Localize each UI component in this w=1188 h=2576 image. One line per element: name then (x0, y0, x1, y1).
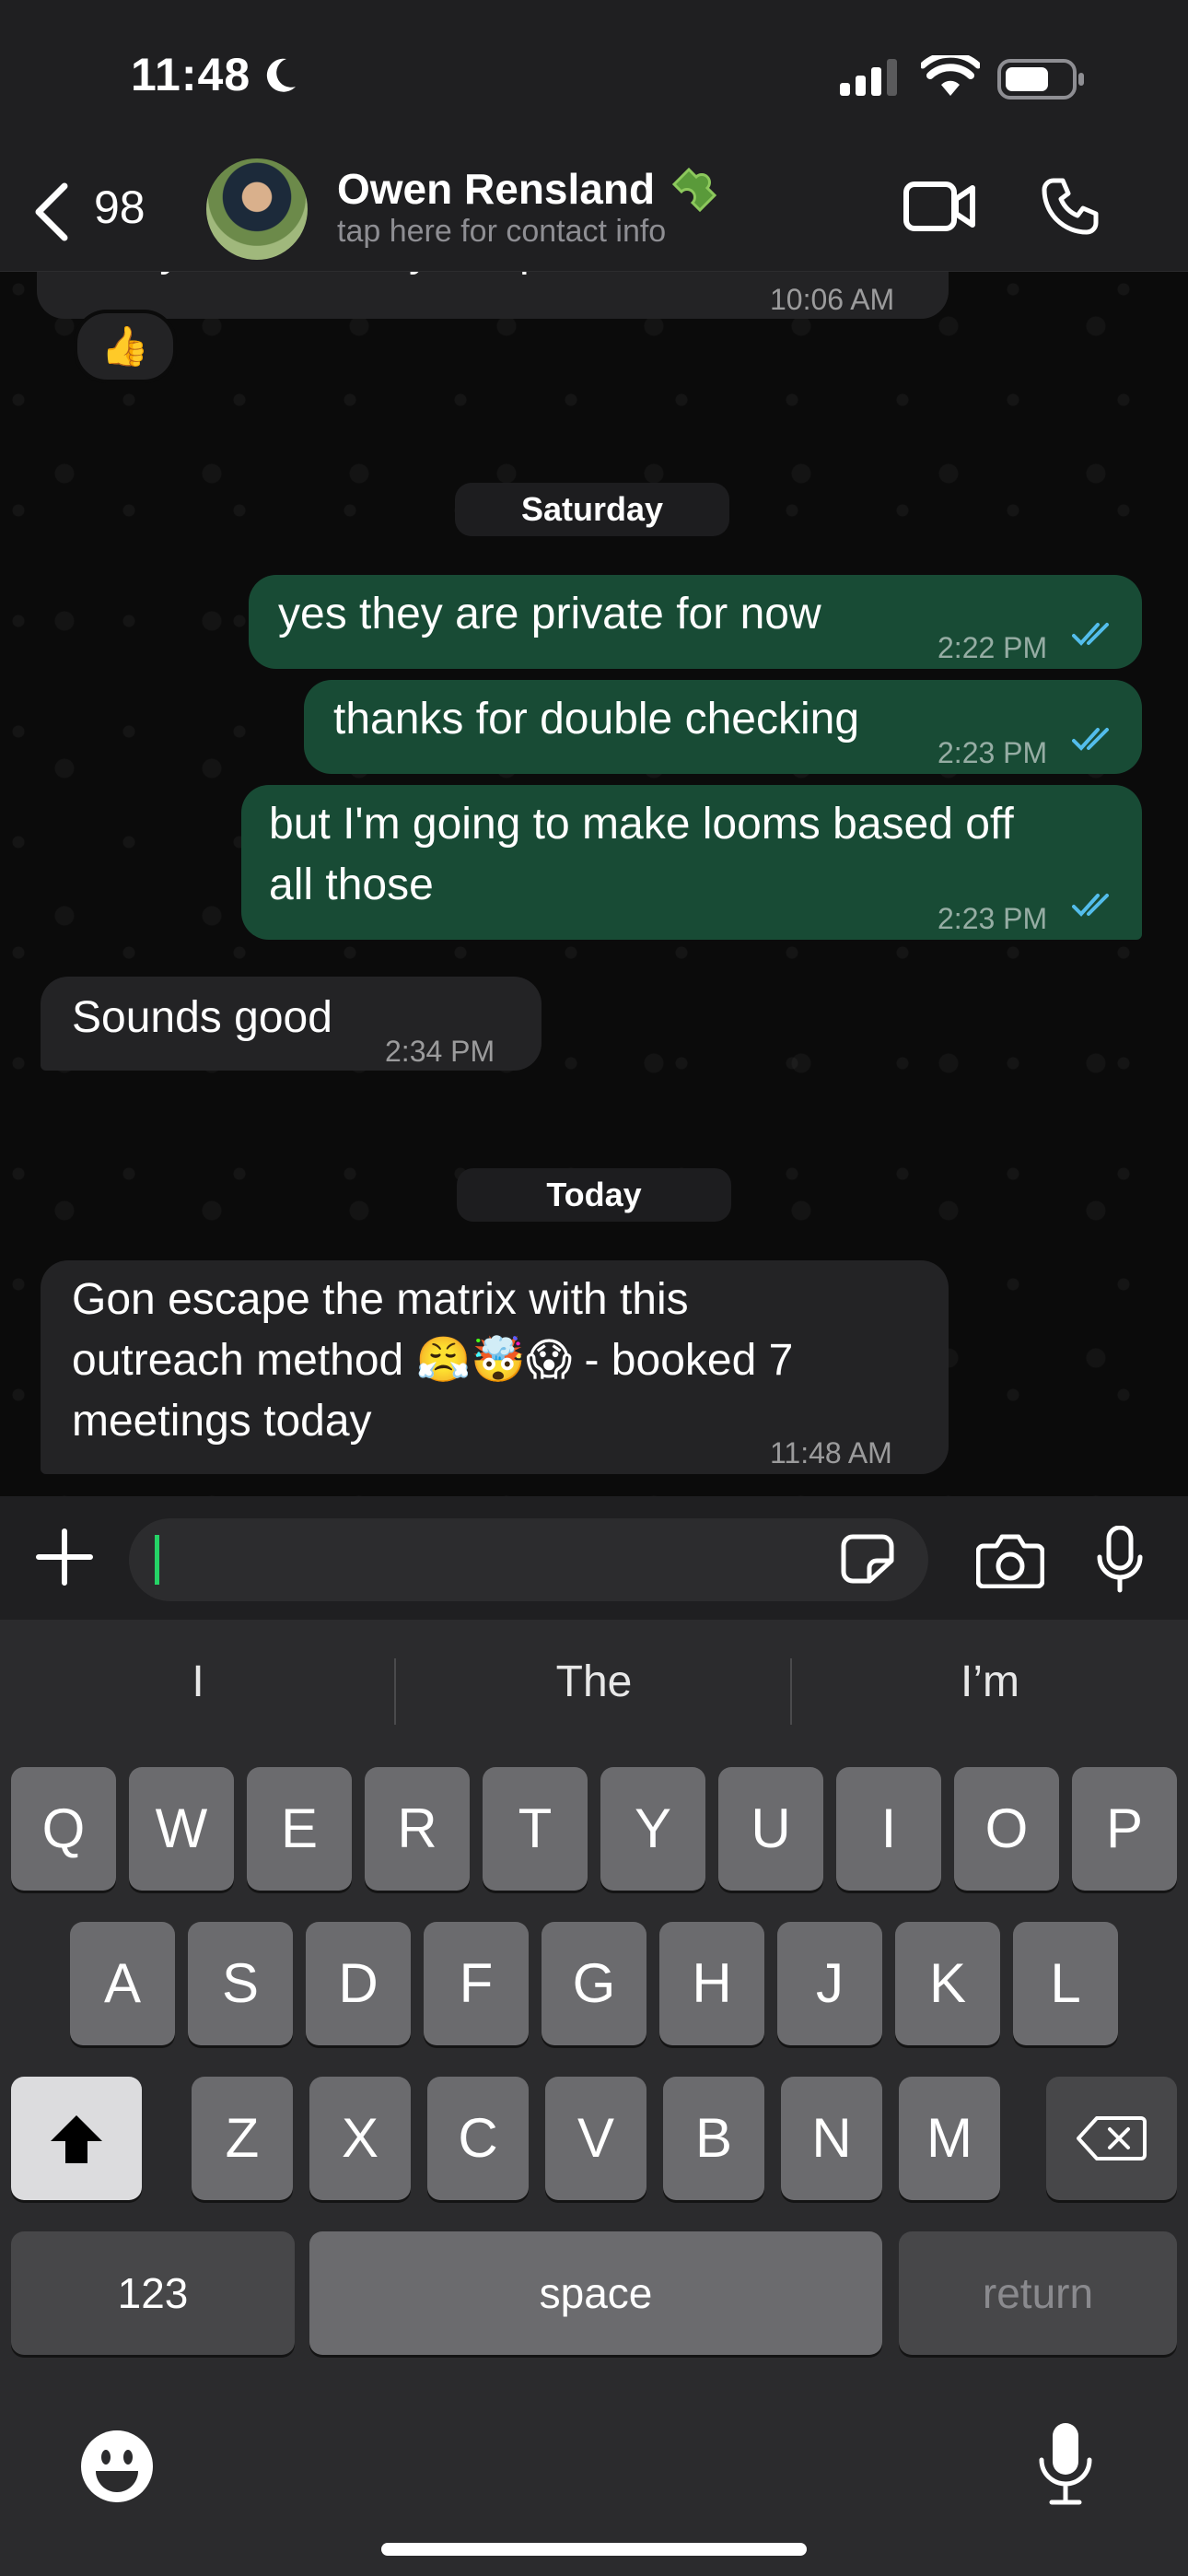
key-q[interactable]: Q (11, 1767, 116, 1891)
key-j[interactable]: J (777, 1922, 882, 2045)
text-caret (155, 1535, 159, 1585)
key-m[interactable]: M (899, 2077, 1000, 2200)
key-h[interactable]: H (659, 1922, 764, 2045)
wifi-icon (921, 55, 980, 96)
date-separator: Today (457, 1168, 731, 1222)
voice-call-icon[interactable] (1041, 177, 1100, 236)
key-a[interactable]: A (70, 1922, 175, 2045)
read-receipt-icon (1072, 623, 1109, 646)
contact-info-hint[interactable]: tap here for contact info (337, 214, 666, 250)
key-z[interactable]: Z (192, 2077, 293, 2200)
key-g[interactable]: G (542, 1922, 646, 2045)
return-key[interactable]: return (899, 2231, 1177, 2355)
backspace-icon (1077, 2116, 1147, 2160)
message-composer (0, 1496, 1188, 1620)
puzzle-piece-icon (671, 167, 717, 213)
message-outgoing[interactable]: yes they are private for now 2:22 PM (249, 575, 1142, 669)
suggestion-2[interactable]: The (396, 1657, 792, 1707)
key-r[interactable]: R (365, 1767, 470, 1891)
message-time: 2:34 PM (385, 1035, 495, 1068)
message-text: everyone, i'm they are private (74, 271, 652, 282)
key-p[interactable]: P (1072, 1767, 1177, 1891)
key-b[interactable]: B (663, 2077, 764, 2200)
suggestion-3[interactable]: I’m (792, 1657, 1188, 1707)
shift-arrow-icon (51, 2115, 102, 2163)
key-n[interactable]: N (781, 2077, 882, 2200)
key-u[interactable]: U (718, 1767, 823, 1891)
key-o[interactable]: O (954, 1767, 1059, 1891)
key-s[interactable]: S (188, 1922, 293, 2045)
message-text: yes they are private for now (278, 590, 821, 638)
key-x[interactable]: X (309, 2077, 411, 2200)
key-w[interactable]: W (129, 1767, 234, 1891)
sticker-icon[interactable] (840, 1533, 895, 1585)
key-i[interactable]: I (836, 1767, 941, 1891)
shift-key[interactable] (11, 2077, 142, 2200)
microphone-icon[interactable] (1096, 1526, 1144, 1594)
read-receipt-icon (1072, 728, 1109, 751)
battery-icon (997, 59, 1084, 100)
message-incoming[interactable]: Sounds good 2:34 PM (41, 977, 542, 1071)
contact-name[interactable]: Owen Rensland (337, 164, 655, 214)
message-text-line: but I'm going to make looms based off (269, 800, 1014, 849)
video-call-icon[interactable] (903, 181, 976, 232)
space-key[interactable]: space (309, 2231, 882, 2355)
message-outgoing[interactable]: thanks for double checking 2:23 PM (304, 680, 1142, 774)
message-time: 2:23 PM (938, 902, 1048, 935)
message-text: Sounds good (72, 993, 332, 1042)
key-f[interactable]: F (424, 1922, 529, 2045)
unread-count[interactable]: 98 (94, 181, 146, 234)
key-c[interactable]: C (427, 2077, 529, 2200)
message-incoming[interactable]: everyone, i'm they are private 10:06 AM (37, 271, 949, 319)
suggestion-1[interactable]: I (0, 1657, 396, 1707)
message-time: 2:23 PM (938, 736, 1048, 769)
camera-icon[interactable] (976, 1533, 1044, 1588)
date-separator: Saturday (455, 483, 729, 536)
message-text-line: Gon escape the matrix with this (72, 1275, 689, 1324)
plus-icon[interactable] (33, 1526, 96, 1588)
numbers-key[interactable]: 123 (11, 2231, 295, 2355)
key-l[interactable]: L (1013, 1922, 1118, 2045)
message-text-line: all those (269, 861, 434, 909)
message-text-line: outreach method 😤🤯😱 - booked 7 (72, 1336, 794, 1385)
key-y[interactable]: Y (600, 1767, 705, 1891)
back-chevron-icon[interactable] (31, 182, 72, 241)
message-text: thanks for double checking (333, 695, 860, 744)
message-input[interactable] (129, 1518, 928, 1601)
reaction-thumbs-up[interactable]: 👍 (74, 310, 177, 383)
moon-icon (266, 58, 296, 92)
key-e[interactable]: E (247, 1767, 352, 1891)
chat-header: 11:48 98 Owen Rensland tap here for cont… (0, 0, 1188, 272)
message-text-line: meetings today (72, 1397, 372, 1446)
emoji-keyboard-icon[interactable] (79, 2429, 155, 2504)
message-outgoing[interactable]: but I'm going to make looms based off al… (241, 785, 1142, 940)
key-k[interactable]: K (895, 1922, 1000, 2045)
contact-avatar[interactable] (206, 158, 308, 260)
status-time: 11:48 (131, 49, 251, 100)
keyboard: I The I’m Q W E R T Y U I O P A S D F G … (0, 1620, 1188, 2576)
message-incoming[interactable]: Gon escape the matrix with this outreach… (41, 1260, 949, 1474)
home-indicator[interactable] (381, 2543, 807, 2556)
message-time: 10:06 AM (770, 283, 895, 316)
message-time: 11:48 AM (770, 1436, 892, 1469)
chat-messages[interactable]: everyone, i'm they are private 10:06 AM … (0, 271, 1188, 1496)
key-d[interactable]: D (306, 1922, 411, 2045)
key-v[interactable]: V (545, 2077, 646, 2200)
backspace-key[interactable] (1046, 2077, 1177, 2200)
dictation-microphone-icon[interactable] (1037, 2421, 1094, 2506)
key-t[interactable]: T (483, 1767, 588, 1891)
message-time: 2:22 PM (938, 631, 1048, 664)
read-receipt-icon (1072, 894, 1109, 917)
cellular-signal-icon (840, 59, 897, 96)
